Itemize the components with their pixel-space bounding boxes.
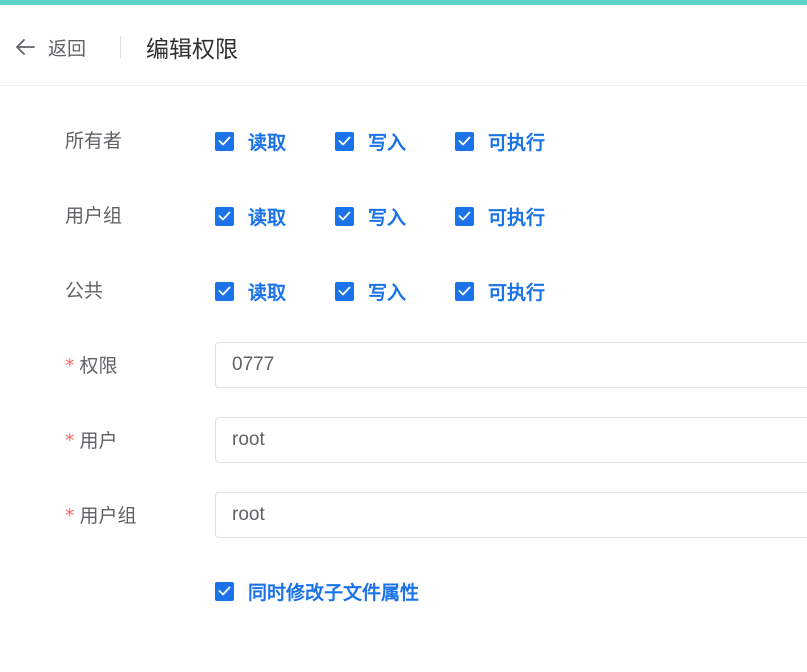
required-asterisk: * [65,430,75,452]
owner-read-checkbox[interactable]: 读取 [215,116,286,166]
back-label: 返回 [48,37,87,60]
checkbox-label: 可执行 [488,206,546,229]
check-icon [335,131,354,151]
group-input[interactable] [215,492,807,538]
check-icon [335,281,354,301]
recursive-checkbox[interactable]: 同时修改子文件属性 [215,566,419,616]
user-input[interactable] [215,417,807,463]
field-label-user: * 用户 [65,416,118,466]
required-asterisk: * [65,355,75,377]
page-header: 返回 编辑权限 [0,5,807,86]
check-icon [455,281,474,301]
check-icon [215,206,234,226]
check-icon [335,206,354,226]
check-icon [215,131,234,151]
permission-row-owner: 所有者 读取 写入 可执行 [0,116,807,166]
header-divider [120,36,121,58]
field-label-text: 用户组 [79,505,137,527]
checkbox-label: 写入 [368,281,407,304]
checkbox-label: 读取 [248,281,287,304]
permission-row-public: 公共 读取 写入 可执行 [0,266,807,316]
required-asterisk: * [65,505,75,527]
mode-input[interactable] [215,342,807,388]
group-execute-checkbox[interactable]: 可执行 [455,191,545,241]
checkbox-label: 可执行 [488,281,546,304]
row-label-public: 公共 [65,280,104,302]
form-row-recursive: 同时修改子文件属性 [0,566,807,616]
recursive-checkbox-label: 同时修改子文件属性 [248,581,420,604]
checkbox-label: 读取 [248,206,287,229]
checkbox-label: 写入 [368,206,407,229]
check-icon [215,581,234,601]
check-icon [215,281,234,301]
public-write-checkbox[interactable]: 写入 [335,266,406,316]
field-label-text: 用户 [79,430,118,452]
arrow-left-icon [14,38,36,56]
checkbox-label: 写入 [368,131,407,154]
owner-write-checkbox[interactable]: 写入 [335,116,406,166]
row-label-group: 用户组 [65,205,123,227]
public-execute-checkbox[interactable]: 可执行 [455,266,545,316]
checkbox-label: 可执行 [488,131,546,154]
check-icon [455,206,474,226]
group-write-checkbox[interactable]: 写入 [335,191,406,241]
check-icon [455,131,474,151]
field-label-text: 权限 [79,355,118,377]
owner-execute-checkbox[interactable]: 可执行 [455,116,545,166]
back-button[interactable]: 返回 [14,32,86,62]
group-read-checkbox[interactable]: 读取 [215,191,286,241]
form-row-user: * 用户 [0,416,807,466]
row-label-owner: 所有者 [65,130,123,152]
field-label-mode: * 权限 [65,341,118,391]
field-label-group: * 用户组 [65,491,137,541]
public-read-checkbox[interactable]: 读取 [215,266,286,316]
permission-row-group: 用户组 读取 写入 可执行 [0,191,807,241]
page-title: 编辑权限 [146,37,238,63]
form-row-group: * 用户组 [0,491,807,541]
checkbox-label: 读取 [248,131,287,154]
form-row-mode: * 权限 [0,341,807,391]
